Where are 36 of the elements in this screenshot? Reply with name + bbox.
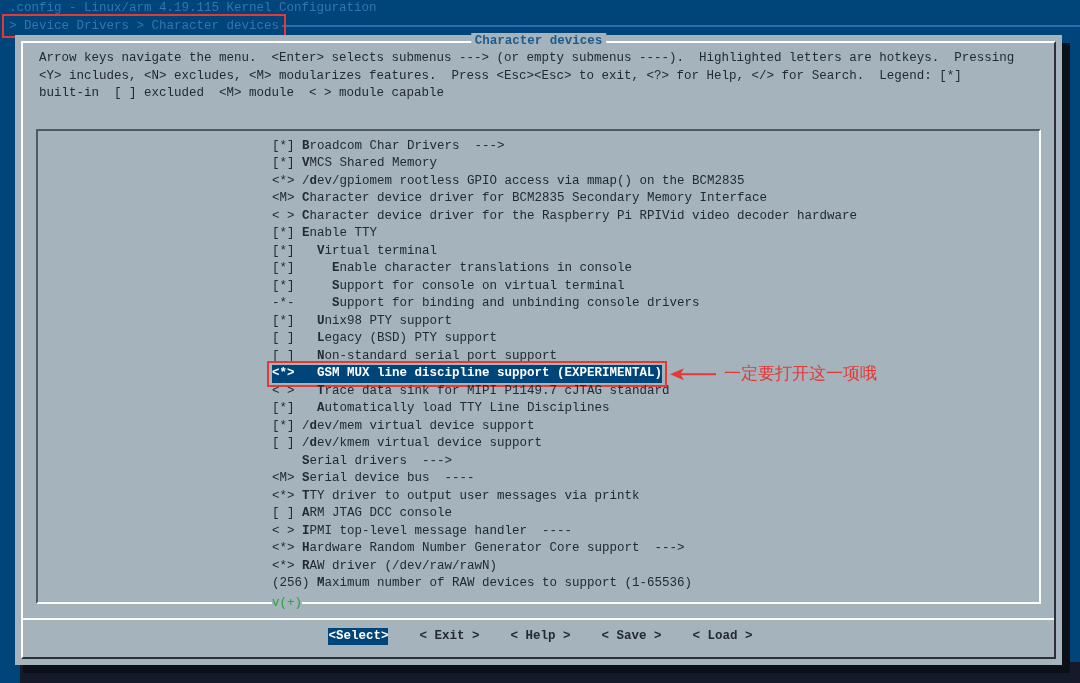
dialog-button[interactable]: <Select> <box>328 627 389 645</box>
menu-item[interactable]: < > IPMI top-level message handler ---- <box>272 522 573 540</box>
help-text-line: Arrow keys navigate the menu. <Enter> selects submenus ---> (or empty submenus ----). Highlighted letters are hotkeys. Pressing <box>39 50 1016 67</box>
menu-item[interactable]: [*] Enable character translations in console <box>272 260 633 278</box>
scroll-indicator: v(+) <box>272 594 302 612</box>
menu-item[interactable]: <M> Character device driver for BCM2835 Secondary Memory Interface <box>272 190 768 208</box>
dialog-button[interactable]: < Save > <box>601 627 662 645</box>
menu-item[interactable]: [*] VMCS Shared Memory <box>272 155 438 173</box>
menu-item[interactable]: [ ] Legacy (BSD) PTY support <box>272 330 498 348</box>
menu-item[interactable]: <M> Serial device bus ---- <box>272 470 475 488</box>
help-text-line: <Y> includes, <N> excludes, <M> modularizes features. Press <Esc><Esc> to exit, <?> for Help, </> for Search. Legend: [*] <box>39 67 963 85</box>
menu-item[interactable]: [ ] /dev/kmem virtual device support <box>272 435 543 453</box>
menu-item[interactable]: [*] Enable TTY <box>272 225 378 243</box>
menu-item[interactable]: [*] Unix98 PTY support <box>272 312 453 330</box>
menu-item[interactable]: <*> /dev/gpiomem rootless GPIO access via mmap() on the BCM2835 <box>272 172 745 190</box>
menu-item[interactable]: <*> TTY driver to output user messages via printk <box>272 487 640 505</box>
menu-item[interactable]: Serial drivers ---> <box>272 452 453 470</box>
menu-item[interactable]: [*] /dev/mem virtual device support <box>272 417 535 435</box>
arrow-icon <box>670 367 717 380</box>
dialog-button[interactable]: < Exit > <box>419 627 480 645</box>
window-title: .config - Linux/arm 4.19.115 Kernel Configuration <box>8 0 378 17</box>
menu-item[interactable]: < > Character device driver for the Raspberry Pi RPIVid video decoder hardware <box>272 207 858 225</box>
menu-item[interactable]: <*> Hardware Random Number Generator Core support ---> <box>272 540 685 558</box>
dialog-button[interactable]: < Load > <box>692 627 753 645</box>
annotation-text: 一定要打开这一项哦 <box>724 365 878 383</box>
dialog-button[interactable]: < Help > <box>510 627 571 645</box>
menu-item[interactable]: [*] Broadcom Char Drivers ---> <box>272 137 505 155</box>
menu-item[interactable]: -*- Support for binding and unbinding console drivers <box>272 295 700 313</box>
menu-item[interactable]: <*> RAW driver (/dev/raw/rawN) <box>272 557 498 575</box>
menu-item[interactable]: [*] Virtual terminal <box>272 242 438 260</box>
help-text-line: built-in [ ] excluded <M> module < > module capable <box>39 85 446 102</box>
menu-item[interactable]: (256) Maximum number of RAW devices to support (1-65536) <box>272 575 693 593</box>
menu-item[interactable]: [ ] ARM JTAG DCC console <box>272 505 453 523</box>
menu-item[interactable]: [*] Automatically load TTY Line Disciplines <box>272 400 610 418</box>
menu-item[interactable]: < > Trace data sink for MIPI P1149.7 cJTAG standard <box>272 382 670 400</box>
menu-item[interactable]: [*] Support for console on virtual terminal <box>272 277 625 295</box>
